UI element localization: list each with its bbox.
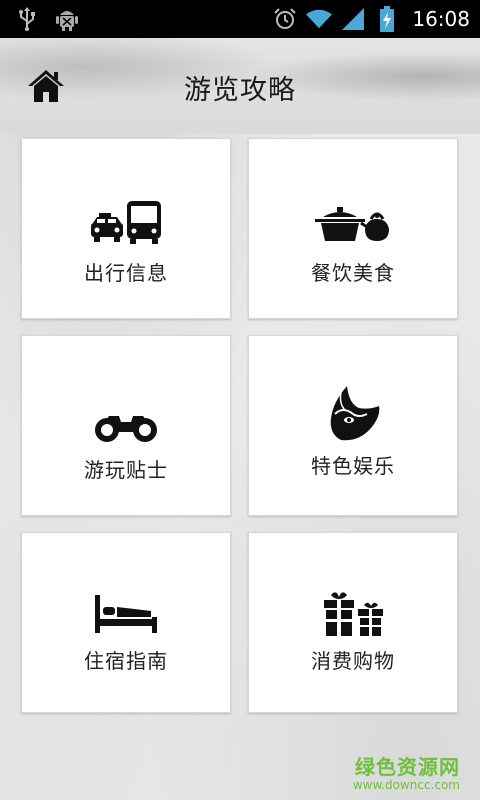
alarm-icon: [272, 6, 298, 32]
status-bar: 16:08: [0, 0, 480, 38]
transport-icon: [89, 197, 163, 245]
tile-label: 出行信息: [84, 261, 168, 285]
watermark-name: 绿色资源网: [355, 755, 460, 779]
usb-icon: [14, 6, 40, 32]
tile-food[interactable]: 餐饮美食: [248, 138, 458, 319]
battery-charging-icon: [374, 6, 400, 32]
tile-label: 特色娱乐: [311, 454, 395, 478]
tile-travel-tips[interactable]: 游玩贴士: [21, 335, 231, 516]
watermark-url: www.downcc.com: [352, 778, 460, 792]
tile-entertainment[interactable]: 特色娱乐: [248, 335, 458, 516]
tile-label: 消费购物: [311, 649, 395, 673]
tile-label: 餐饮美食: [311, 261, 395, 285]
tile-label: 游玩贴士: [84, 458, 168, 482]
android-debug-icon: [54, 6, 80, 32]
clock: 16:08: [412, 7, 470, 31]
watermark: 绿色资源网 www.downcc.com: [353, 751, 460, 792]
header: 游览攻略: [0, 38, 480, 134]
teapot-icon: [315, 197, 391, 245]
tile-accommodation[interactable]: 住宿指南: [21, 532, 231, 713]
bed-icon: [95, 593, 157, 633]
tile-transport-info[interactable]: 出行信息: [21, 138, 231, 319]
tile-shopping[interactable]: 消费购物: [248, 532, 458, 713]
wifi-icon: [306, 6, 333, 32]
binoculars-icon: [93, 394, 159, 442]
tile-label: 住宿指南: [84, 649, 168, 673]
page-title: 游览攻略: [184, 75, 296, 106]
gift-icon: [322, 587, 384, 637]
signal-icon: [340, 6, 366, 32]
opera-mask-icon: [325, 384, 381, 442]
